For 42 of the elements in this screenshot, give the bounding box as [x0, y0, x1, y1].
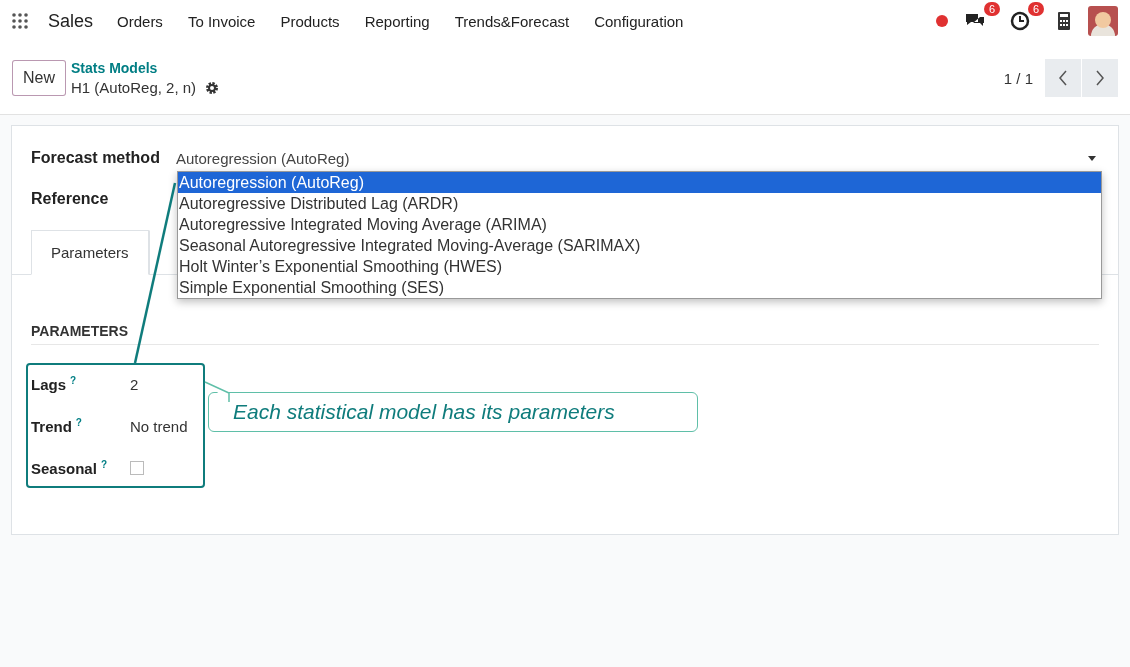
dropdown-option[interactable]: Seasonal Autoregressive Integrated Moving-Average (SARIMAX)	[178, 235, 1101, 256]
chevron-left-icon	[1058, 70, 1068, 86]
field-label: Forecast method	[31, 149, 161, 167]
tab[interactable]: Parameters	[31, 230, 149, 275]
field-label: Lags	[31, 376, 66, 393]
chevron-right-icon	[1095, 70, 1105, 86]
notification-badge: 6	[1027, 2, 1044, 16]
clock-icon[interactable]	[1010, 11, 1030, 31]
section-title: PARAMETERS	[31, 323, 1099, 345]
help-tooltip[interactable]: ?	[100, 459, 107, 470]
apps-menu-icon[interactable]	[12, 13, 28, 29]
menu-item[interactable]: Trends&Forecast	[454, 12, 570, 30]
dropdown-option[interactable]: Holt Winter’s Exponential Smoothing (HWES)	[178, 256, 1101, 277]
menu-item[interactable]: Reporting	[364, 12, 430, 30]
breadcrumb-link[interactable]: Stats Models	[71, 60, 220, 76]
select-field[interactable]: Autoregression (AutoReg)	[176, 149, 1099, 167]
dropdown-option[interactable]: Simple Exponential Smoothing (SES)	[178, 277, 1101, 298]
help-tooltip[interactable]: ?	[75, 417, 82, 428]
dropdown-option[interactable]: Autoregressive Integrated Moving Average (ARIMA)	[178, 214, 1101, 235]
menu-item[interactable]: Products	[280, 12, 340, 30]
menu-item[interactable]: To Invoice	[187, 12, 256, 30]
checkbox[interactable]	[130, 461, 144, 475]
status-dot-icon[interactable]	[936, 15, 948, 27]
menu-item[interactable]: Orders	[117, 12, 163, 30]
field-value: No trend	[130, 417, 188, 435]
callout-text: Each statistical model has its parameters	[233, 400, 615, 424]
dropdown-option[interactable]: Autoregression (AutoReg)	[178, 172, 1101, 193]
help-tooltip[interactable]: ?	[70, 375, 77, 386]
menu-item[interactable]: Configuration	[594, 12, 684, 30]
field-label: Reference	[31, 190, 110, 208]
notification-badge: 6	[983, 2, 1000, 16]
new-button[interactable]: New	[12, 60, 66, 96]
field-value: 2	[130, 375, 139, 393]
field-label: Seasonal	[31, 460, 97, 477]
record-title: H1 (AutoReg, 2, n)	[71, 79, 197, 96]
pager-value: 1 / 1	[1003, 69, 1033, 87]
caret-icon	[1088, 155, 1096, 161]
app-name[interactable]: Sales	[48, 10, 94, 32]
avatar[interactable]	[1088, 6, 1118, 36]
settings-icon[interactable]	[205, 80, 220, 95]
dropdown-option[interactable]: Autoregressive Distributed Lag (ARDR)	[178, 193, 1101, 214]
field-label: Trend	[31, 418, 72, 435]
